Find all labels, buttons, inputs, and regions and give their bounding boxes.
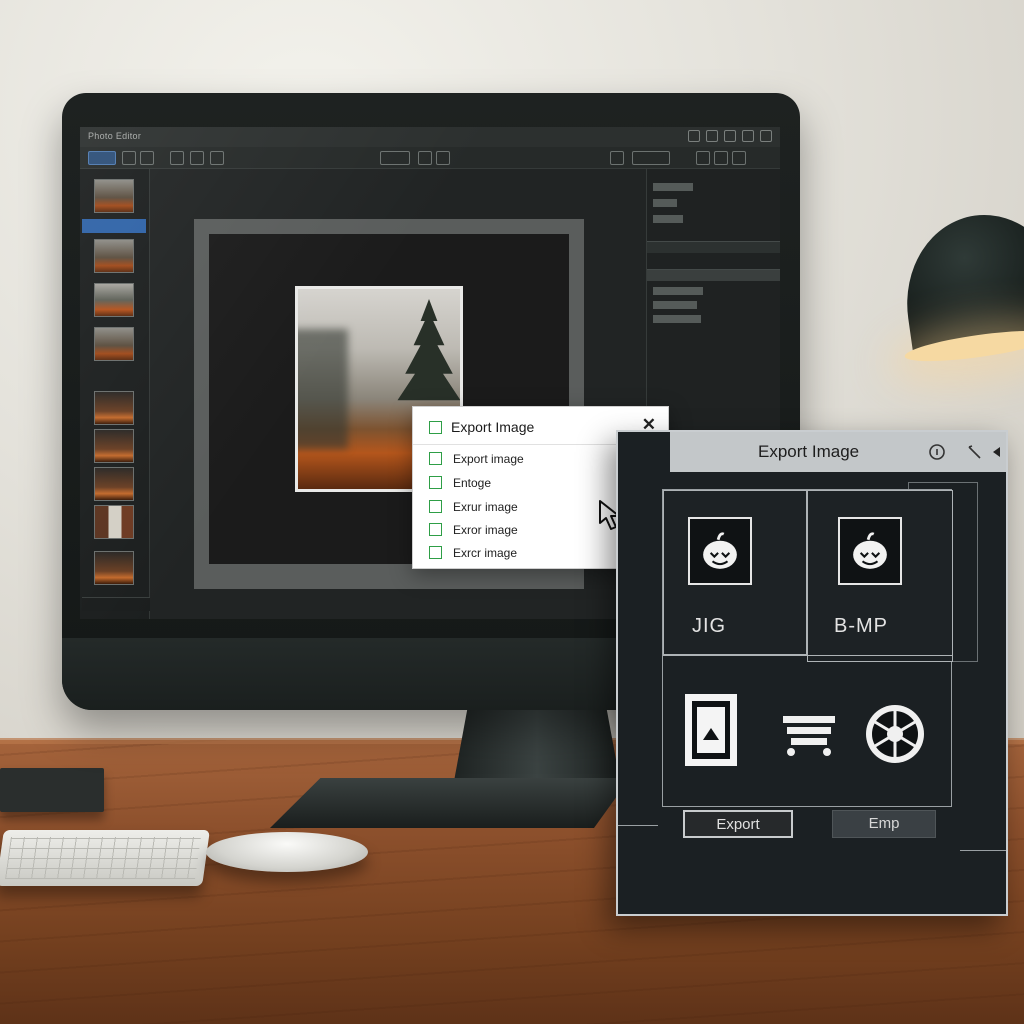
checkbox-icon[interactable] — [429, 500, 442, 513]
settings-icon[interactable] — [706, 130, 718, 142]
zoom-field[interactable] — [380, 151, 410, 165]
filmstrip-sidebar — [80, 169, 150, 619]
menu-item[interactable]: Exrcr image — [427, 543, 647, 563]
panel-row[interactable] — [653, 287, 703, 295]
star-icon[interactable] — [714, 151, 728, 165]
thumbnail[interactable] — [94, 391, 134, 425]
menu-item-label: Exror image — [453, 523, 518, 537]
pumpkin-icon — [688, 517, 752, 585]
format-grid: JIG B-MP — [662, 489, 953, 808]
menu-item-label: Exrur image — [453, 500, 518, 514]
select-tool-icon[interactable] — [88, 151, 116, 165]
thumbnail[interactable] — [94, 283, 134, 317]
menu-item[interactable]: Entoge — [427, 473, 647, 493]
print-tray-icon[interactable] — [779, 714, 839, 758]
panel-row[interactable] — [653, 301, 697, 309]
export-image-dialog: Export Image JIG B-MP Export Emp — [616, 430, 1008, 916]
eye-icon[interactable] — [610, 151, 624, 165]
pen-icon[interactable] — [742, 130, 754, 142]
checkbox-icon[interactable] — [429, 546, 442, 559]
mouse — [206, 832, 368, 872]
panel-row[interactable] — [653, 315, 701, 323]
keyboard — [0, 830, 210, 886]
panel-section-bar[interactable] — [647, 269, 780, 281]
tool-options-row — [663, 655, 953, 808]
window-controls — [688, 130, 772, 142]
menu-item[interactable]: Export image — [427, 449, 647, 469]
app-title: Photo Editor — [88, 131, 142, 141]
dialog-title: Export Image — [758, 442, 860, 461]
layers-icon[interactable] — [170, 151, 184, 165]
adjust-icon[interactable] — [732, 151, 746, 165]
window-titlebar: Photo Editor — [80, 127, 780, 147]
trash-icon[interactable] — [436, 151, 450, 165]
maximize-icon[interactable] — [724, 130, 736, 142]
format-label: JIG — [692, 615, 727, 637]
menu-item-label: Exrcr image — [453, 546, 518, 560]
close-icon[interactable] — [760, 130, 772, 142]
collapse-arrow-icon[interactable] — [986, 441, 1008, 463]
crop-tool-icon[interactable] — [140, 151, 154, 165]
pumpkin-icon — [838, 517, 902, 585]
desk-lamp — [874, 185, 1024, 368]
panel-row[interactable] — [653, 215, 683, 223]
fit-icon[interactable] — [418, 151, 432, 165]
panel-tab[interactable] — [632, 151, 670, 165]
thumbnail[interactable] — [94, 467, 134, 501]
divider — [960, 850, 1006, 851]
menu-item-label: Export image — [453, 452, 524, 466]
checkbox-icon[interactable] — [429, 476, 442, 489]
foggy-trees — [298, 329, 348, 449]
aperture-icon[interactable] — [863, 702, 927, 766]
format-option-bmp[interactable]: B-MP — [807, 490, 953, 662]
brush-icon[interactable] — [696, 151, 710, 165]
divider — [618, 825, 658, 826]
menu-header-title: Export Image — [451, 419, 535, 435]
framed-image-icon[interactable] — [683, 692, 739, 768]
monitor-stand-base — [270, 778, 630, 828]
selected-thumbnail-row[interactable] — [82, 219, 146, 233]
export-button[interactable]: Export — [683, 810, 793, 838]
thumbnail[interactable] — [94, 327, 134, 361]
checkbox-icon[interactable] — [429, 452, 442, 465]
panel-row[interactable] — [653, 199, 677, 207]
panel-section-bar[interactable] — [647, 241, 780, 253]
format-label: B-MP — [834, 615, 888, 637]
checkbox-icon[interactable] — [429, 523, 442, 536]
dialog-titlebar: Export Image — [670, 432, 1006, 472]
menu-item-label: Entoge — [453, 476, 492, 490]
toolbar — [80, 147, 780, 169]
thumbnail[interactable] — [94, 551, 134, 585]
minimize-icon[interactable] — [688, 130, 700, 142]
pen-icon[interactable] — [964, 441, 986, 463]
menu-header-checkbox[interactable] — [429, 421, 442, 434]
thumbnail[interactable] — [94, 429, 134, 463]
thumbnail[interactable] — [94, 179, 134, 213]
thumbnail[interactable] — [94, 239, 134, 273]
arrow-tool-icon[interactable] — [122, 151, 136, 165]
thumbnail[interactable] — [94, 505, 134, 539]
book — [0, 768, 104, 812]
panel-row[interactable] — [653, 183, 693, 191]
format-option-jpg[interactable]: JIG — [663, 490, 807, 655]
info-icon[interactable] — [926, 441, 948, 463]
pine-tree — [397, 299, 460, 401]
gear-icon[interactable] — [210, 151, 224, 165]
emp-button[interactable]: Emp — [832, 810, 936, 838]
grid-icon[interactable] — [190, 151, 204, 165]
